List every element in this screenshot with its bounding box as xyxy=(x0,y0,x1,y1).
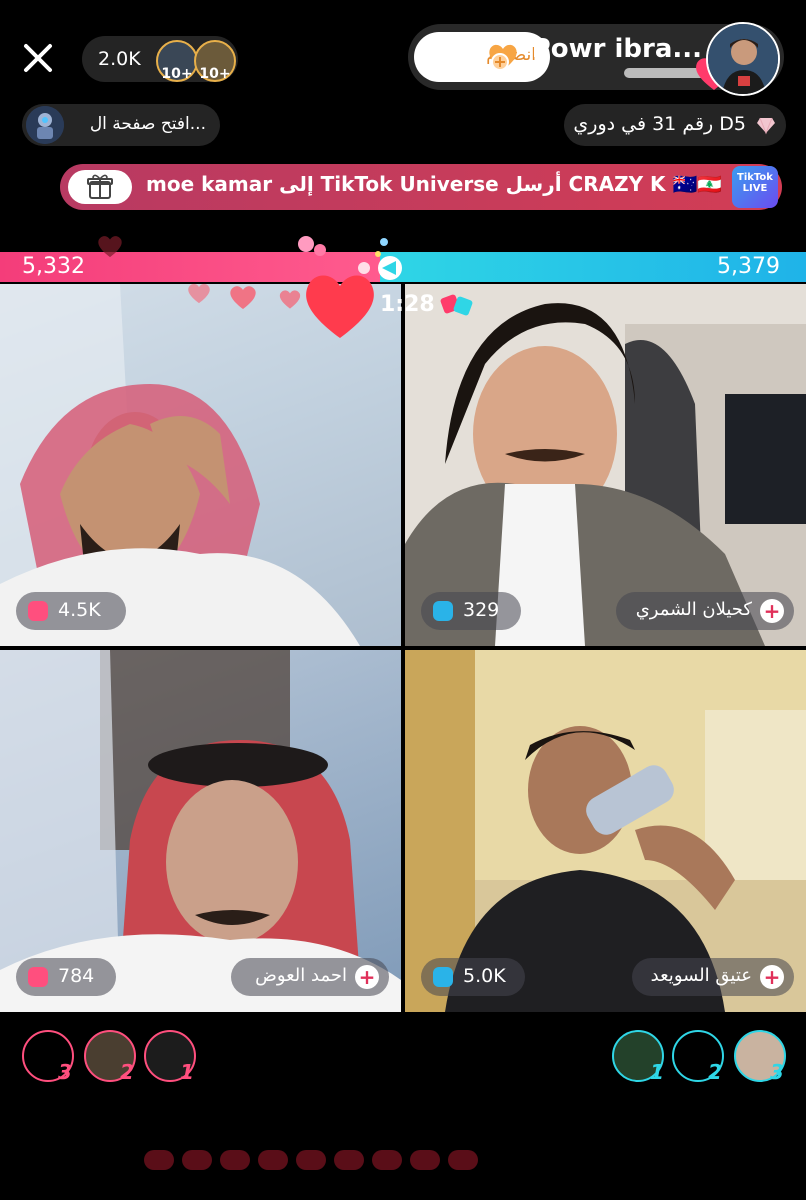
tiktok-badge-label: TikTok LIVE xyxy=(737,172,773,194)
gift-button[interactable] xyxy=(68,170,132,204)
viewer-count: 2.0K xyxy=(98,48,141,70)
floating-heart-icon xyxy=(230,286,256,309)
guest-name-badge[interactable]: احمد العوض + xyxy=(231,958,389,996)
gifter-rank: 3 xyxy=(770,1060,784,1084)
guest-name: كحيلان الشمري xyxy=(635,599,752,620)
open-page-pill[interactable]: افتح صفحة ال... xyxy=(22,104,220,146)
host-avatar[interactable] xyxy=(706,22,780,96)
reaction-dot xyxy=(372,1150,402,1170)
follow-plus-icon[interactable]: + xyxy=(760,599,784,623)
gifter-rank: 3 xyxy=(58,1060,72,1084)
guest-name: عتيق السويعد xyxy=(650,965,752,986)
gift-count-badge[interactable]: 329 xyxy=(421,592,521,630)
score-left: 5,332 xyxy=(22,254,85,279)
gift-count-badge[interactable]: 4.5K xyxy=(16,592,126,630)
score-right: 5,379 xyxy=(717,254,780,279)
battle-vs-icon xyxy=(440,294,473,316)
reaction-dot xyxy=(296,1150,326,1170)
heart-plus-icon xyxy=(489,44,517,71)
diamond-icon xyxy=(757,117,775,135)
top-viewer-avatar[interactable]: 10+ xyxy=(194,40,236,82)
robot-avatar-icon xyxy=(26,106,64,144)
gifter-rank: 1 xyxy=(650,1060,664,1084)
reaction-dot xyxy=(410,1150,440,1170)
battle-timer: 1:28 xyxy=(380,292,435,317)
gift-count: 784 xyxy=(58,965,95,987)
tiktok-universe-badge: TikTok LIVE xyxy=(732,166,778,208)
floating-heart-icon xyxy=(306,275,374,338)
gift-badge-icon xyxy=(433,601,453,621)
confetti-icon xyxy=(298,236,388,257)
host-name: Powr ibra... xyxy=(531,34,702,64)
gift-badge-icon xyxy=(28,967,48,987)
reaction-dot xyxy=(448,1150,478,1170)
gift-badge-icon xyxy=(433,967,453,987)
gift-count: 4.5K xyxy=(58,599,101,621)
guest-tile-3[interactable]: 784 احمد العوض + xyxy=(0,650,401,1012)
top-viewer-avatar[interactable]: 10+ xyxy=(156,40,198,82)
guest-name-badge[interactable]: كحيلان الشمري + xyxy=(616,592,794,630)
reaction-dot xyxy=(334,1150,364,1170)
gift-count: 329 xyxy=(463,599,500,621)
viewer-count-pill[interactable]: 2.0K 10+ 10+ xyxy=(82,36,238,82)
gift-notification-banner: moe kamar إلى TikTok Universe أرسل CRAZY… xyxy=(60,164,782,210)
host-avatar-image xyxy=(708,24,778,94)
gifter-rank: 2 xyxy=(708,1060,722,1084)
gift-message: moe kamar إلى TikTok Universe أرسل CRAZY… xyxy=(146,172,723,196)
league-rank-pill[interactable]: رقم 31 في دوري D5 xyxy=(564,104,786,146)
close-icon xyxy=(24,44,52,72)
gift-count-badge[interactable]: 784 xyxy=(16,958,116,996)
reaction-dot xyxy=(220,1150,250,1170)
floating-heart-icon xyxy=(279,290,301,309)
follow-plus-icon[interactable]: + xyxy=(760,965,784,989)
league-rank-text: رقم 31 في دوري D5 xyxy=(573,113,746,135)
host-info-pill[interactable]: انضمام Powr ibra... xyxy=(408,22,784,96)
gift-icon xyxy=(87,174,113,199)
join-button[interactable]: انضمام xyxy=(414,32,550,82)
guest-tile-2[interactable]: 329 كحيلان الشمري + xyxy=(405,284,806,646)
page-avatar xyxy=(26,106,64,144)
guest-name: احمد العوض xyxy=(255,965,347,986)
gifter-rank: 2 xyxy=(120,1060,134,1084)
guest-name-badge[interactable]: عتيق السويعد + xyxy=(632,958,794,996)
floating-heart-icon xyxy=(188,283,210,304)
gift-count: 5.0K xyxy=(463,965,506,987)
gift-badge-icon xyxy=(28,601,48,621)
gifter-rank: 1 xyxy=(180,1060,194,1084)
follow-plus-icon[interactable]: + xyxy=(355,965,379,989)
guest-tile-4[interactable]: 5.0K عتيق السويعد + xyxy=(405,650,806,1012)
reaction-dot xyxy=(258,1150,288,1170)
close-button[interactable] xyxy=(18,38,58,78)
gift-count-badge[interactable]: 5.0K xyxy=(421,958,525,996)
reaction-dot xyxy=(144,1150,174,1170)
open-page-label: افتح صفحة ال... xyxy=(89,114,206,134)
reaction-dot xyxy=(182,1150,212,1170)
floating-heart-icon xyxy=(98,236,122,258)
